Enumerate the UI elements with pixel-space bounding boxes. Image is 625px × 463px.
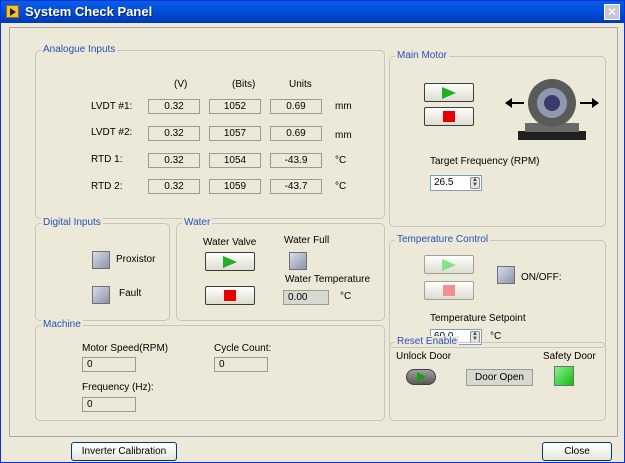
temperature-setpoint-label: Temperature Setpoint bbox=[430, 313, 526, 324]
onoff-label: ON/OFF: bbox=[521, 272, 562, 283]
window-close-icon[interactable]: ✕ bbox=[604, 4, 620, 20]
heater-stop-button[interactable] bbox=[424, 281, 474, 300]
rtd2-bits: 1059 bbox=[209, 179, 261, 194]
water-valve-open-button[interactable] bbox=[205, 252, 255, 271]
rtd2-units: -43.7 bbox=[270, 179, 322, 194]
fault-led bbox=[92, 286, 110, 304]
reset-enable-group: Reset Enable Unlock Door Door Open Safet… bbox=[389, 336, 606, 421]
inverter-calibration-button[interactable]: Inverter Calibration bbox=[71, 442, 177, 461]
water-label: Water bbox=[182, 217, 213, 228]
motor-stop-button[interactable] bbox=[424, 107, 474, 126]
unlock-door-label: Unlock Door bbox=[396, 351, 452, 362]
unlock-door-toggle[interactable] bbox=[406, 369, 436, 385]
safety-door-label: Safety Door bbox=[543, 351, 596, 362]
analogue-inputs-group: Analogue Inputs (V) (Bits) Units LVDT #1… bbox=[35, 44, 385, 219]
water-full-label: Water Full bbox=[284, 235, 330, 246]
main-motor-group: Main Motor Target Frequency (RPM) 26.5 ▲… bbox=[389, 50, 606, 227]
header-volts: (V) bbox=[174, 79, 188, 90]
proxistor-label: Proxistor bbox=[116, 254, 156, 265]
frequency-value: 0 bbox=[82, 397, 136, 412]
motor-speed-value: 0 bbox=[82, 357, 136, 372]
stop-icon bbox=[443, 111, 455, 122]
water-temperature-unit: °C bbox=[340, 291, 352, 302]
water-valve-close-button[interactable] bbox=[205, 286, 255, 305]
analogue-inputs-label: Analogue Inputs bbox=[41, 44, 118, 55]
rtd1-bits: 1054 bbox=[209, 153, 261, 168]
play-icon bbox=[442, 259, 456, 271]
lvdt1-units: 0.69 bbox=[270, 99, 322, 114]
water-valve-label: Water Valve bbox=[203, 237, 257, 248]
rtd2-unit-label: °C bbox=[335, 181, 347, 192]
rtd1-units: -43.9 bbox=[270, 153, 322, 168]
main-motor-label: Main Motor bbox=[395, 50, 450, 61]
rtd2-volts: 0.32 bbox=[148, 179, 200, 194]
lvdt2-unit-label: mm bbox=[335, 130, 352, 141]
toggle-arrow-icon bbox=[417, 372, 426, 382]
row-name-lvdt2: LVDT #2: bbox=[91, 127, 133, 138]
target-frequency-label: Target Frequency (RPM) bbox=[430, 156, 540, 167]
cycle-count-label: Cycle Count: bbox=[214, 343, 272, 354]
water-temperature-value: 0.00 bbox=[283, 290, 329, 305]
row-name-rtd2: RTD 2: bbox=[91, 181, 123, 192]
frequency-label: Frequency (Hz): bbox=[82, 382, 154, 393]
row-name-lvdt1: LVDT #1: bbox=[91, 101, 133, 112]
digital-inputs-group: Digital Inputs Proxistor Fault bbox=[35, 217, 170, 321]
temperature-setpoint-unit: °C bbox=[490, 331, 502, 342]
window-title: System Check Panel bbox=[25, 4, 153, 19]
target-frequency-value: 26.5 bbox=[434, 177, 454, 188]
machine-label: Machine bbox=[41, 319, 83, 330]
safety-door-led bbox=[554, 366, 574, 386]
machine-group: Machine Motor Speed(RPM) 0 Cycle Count: … bbox=[35, 319, 385, 421]
lvdt1-unit-label: mm bbox=[335, 101, 352, 112]
front-panel: Analogue Inputs (V) (Bits) Units LVDT #1… bbox=[9, 27, 618, 437]
temperature-control-group: Temperature Control ON/OFF: Temperature … bbox=[389, 234, 606, 348]
lvdt1-volts: 0.32 bbox=[148, 99, 200, 114]
header-bits: (Bits) bbox=[232, 79, 256, 90]
water-temperature-label: Water Temperature bbox=[285, 274, 371, 285]
stop-icon bbox=[443, 285, 455, 296]
lvdt2-volts: 0.32 bbox=[148, 126, 200, 141]
system-check-window: System Check Panel ✕ Analogue Inputs (V)… bbox=[0, 0, 625, 463]
rtd1-unit-label: °C bbox=[335, 155, 347, 166]
onoff-led bbox=[497, 266, 515, 284]
spin-updown-icon[interactable]: ▲ ▼ bbox=[470, 177, 480, 189]
lvdt2-bits: 1057 bbox=[209, 126, 261, 141]
door-status-indicator: Door Open bbox=[466, 369, 533, 386]
motor-start-button[interactable] bbox=[424, 83, 474, 102]
fault-label: Fault bbox=[119, 288, 142, 299]
lvdt1-bits: 1052 bbox=[209, 99, 261, 114]
title-bar: System Check Panel ✕ bbox=[1, 1, 624, 23]
reset-enable-label: Reset Enable bbox=[395, 336, 460, 347]
temperature-control-label: Temperature Control bbox=[395, 234, 491, 245]
close-button[interactable]: Close bbox=[542, 442, 612, 461]
motor-icon bbox=[505, 79, 599, 140]
target-frequency-input[interactable]: 26.5 ▲ ▼ bbox=[430, 175, 482, 191]
digital-inputs-label: Digital Inputs bbox=[41, 217, 103, 228]
water-group: Water Water Valve Water Full Water Tempe… bbox=[176, 217, 385, 321]
row-name-rtd1: RTD 1: bbox=[91, 154, 123, 165]
play-icon bbox=[442, 87, 456, 99]
stop-icon bbox=[224, 290, 236, 301]
proxistor-led bbox=[92, 251, 110, 269]
heater-start-button[interactable] bbox=[424, 255, 474, 274]
water-full-led bbox=[289, 252, 307, 270]
labview-app-icon bbox=[6, 5, 19, 18]
header-units: Units bbox=[289, 79, 312, 90]
motor-speed-label: Motor Speed(RPM) bbox=[82, 343, 169, 354]
rtd1-volts: 0.32 bbox=[148, 153, 200, 168]
cycle-count-value: 0 bbox=[214, 357, 268, 372]
play-icon bbox=[223, 256, 237, 268]
lvdt2-units: 0.69 bbox=[270, 126, 322, 141]
